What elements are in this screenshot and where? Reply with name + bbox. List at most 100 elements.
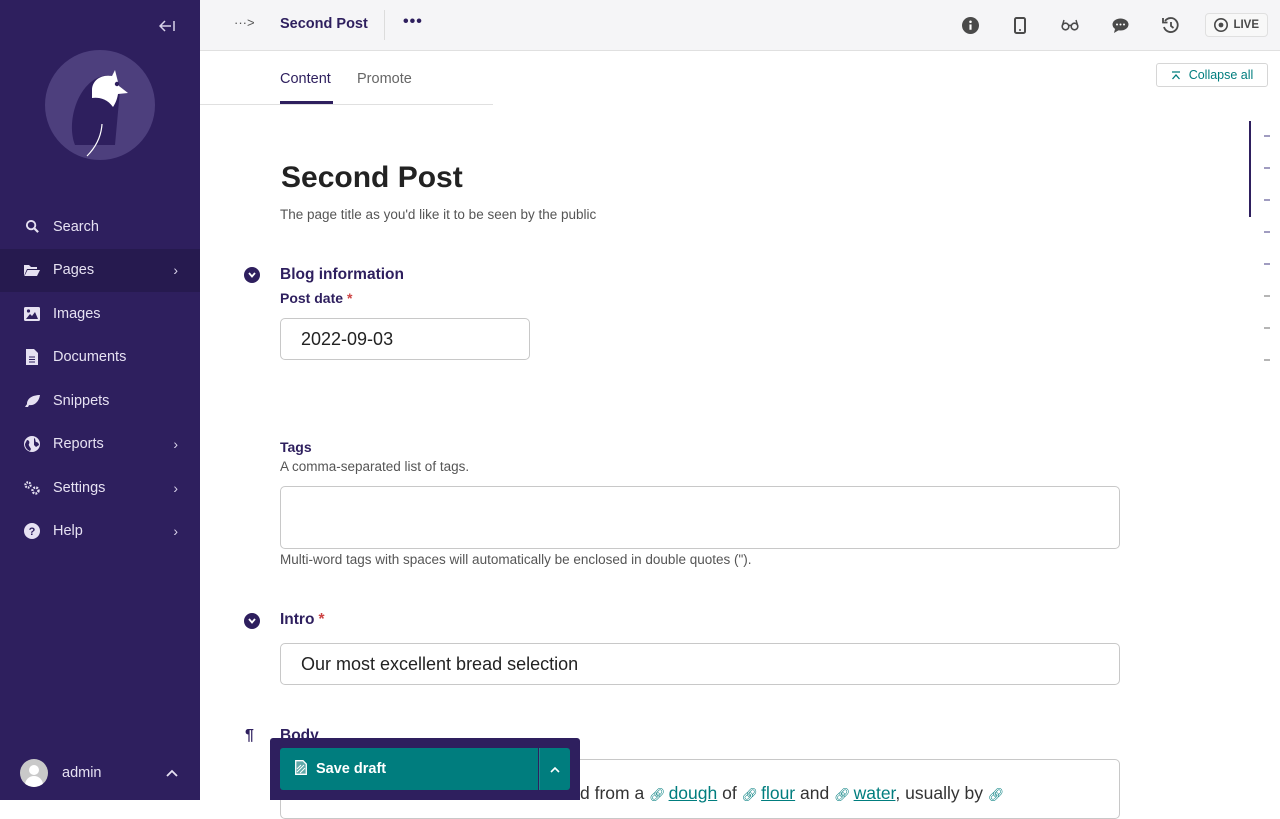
- sidebar-item-label: Snippets: [53, 392, 110, 409]
- sidebar-item-label: Reports: [53, 436, 104, 453]
- sidebar-item-label: Help: [53, 523, 83, 540]
- info-button[interactable]: [945, 0, 995, 50]
- collapse-sidebar-button[interactable]: [156, 16, 178, 36]
- post-date-input[interactable]: 2022-09-03: [280, 318, 530, 360]
- tab-content[interactable]: Content: [280, 71, 331, 87]
- tags-input[interactable]: [280, 486, 1120, 549]
- chevron-up-icon: [166, 766, 178, 780]
- mobile-icon: [1014, 16, 1027, 34]
- sidebar-item-settings[interactable]: Settings ›: [0, 466, 200, 510]
- account-menu[interactable]: admin: [0, 746, 200, 800]
- sidebar-item-label: Settings: [53, 479, 106, 496]
- minimap-item[interactable]: [1264, 231, 1270, 233]
- tab-promote[interactable]: Promote: [357, 71, 412, 87]
- required-mark: *: [318, 611, 325, 628]
- minimap-item[interactable]: [1264, 263, 1270, 265]
- page-header: ···> Second Post ••• LIVE: [200, 0, 1280, 51]
- search-icon: [24, 219, 40, 235]
- sidebar-item-label: Documents: [53, 349, 127, 366]
- minimap-item[interactable]: [1264, 359, 1270, 361]
- comment-icon: [1112, 18, 1129, 33]
- sidebar-item-images[interactable]: Images: [0, 292, 200, 336]
- intro-toggle[interactable]: [244, 613, 260, 629]
- help-icon: ?: [24, 523, 40, 540]
- body-link-flour[interactable]: flour: [761, 783, 795, 803]
- history-button[interactable]: [1145, 0, 1195, 50]
- document-icon: [24, 349, 40, 366]
- svg-text:?: ?: [29, 526, 36, 538]
- history-icon: [1162, 16, 1179, 33]
- minimap: [1249, 121, 1280, 371]
- glasses-icon: [1061, 19, 1080, 31]
- minimap-item[interactable]: [1264, 295, 1270, 297]
- folder-open-icon: [24, 262, 40, 278]
- cogs-icon: [24, 480, 40, 496]
- post-date-label: Post date *: [280, 290, 352, 306]
- collapse-all-label: Collapse all: [1188, 68, 1254, 82]
- wagtail-logo[interactable]: [45, 50, 155, 160]
- intro-value: Our most excellent bread selection: [301, 653, 579, 674]
- body-link-water[interactable]: water: [854, 783, 896, 803]
- active-tab-indicator: [280, 101, 333, 104]
- header-actions: LIVE: [945, 0, 1280, 50]
- save-draft-label: Save draft: [316, 761, 387, 777]
- tags-help: A comma-separated list of tags.: [280, 459, 470, 474]
- sidebar-item-snippets[interactable]: Snippets: [0, 379, 200, 423]
- sidebar-item-label: Pages: [53, 262, 95, 279]
- breadcrumb-toggle[interactable]: ···>: [234, 15, 255, 30]
- intro-heading: Intro *: [280, 611, 324, 629]
- comments-button[interactable]: [1095, 0, 1145, 50]
- body-text-segment: d from a: [580, 783, 650, 803]
- accessibility-checks-button[interactable]: [1045, 0, 1095, 50]
- body-text-segment: and: [795, 783, 835, 803]
- eye-icon: [1214, 18, 1229, 32]
- tags-label: Tags: [280, 439, 312, 455]
- sidebar-item-label: Images: [53, 305, 101, 322]
- tags-footer-help: Multi-word tags with spaces will automat…: [280, 552, 752, 567]
- sidebar-item-pages[interactable]: Pages ›: [0, 248, 200, 292]
- sidebar: Search Pages › Images Documents Snippets…: [0, 0, 200, 800]
- more-actions-button[interactable]: •••: [403, 13, 423, 31]
- info-icon: [961, 16, 979, 34]
- bird-logo-icon: [45, 50, 155, 160]
- collapse-up-icon: [1171, 70, 1180, 79]
- image-icon: [24, 306, 40, 322]
- sidebar-item-reports[interactable]: Reports ›: [0, 423, 200, 467]
- body-link-dough[interactable]: dough: [669, 783, 718, 803]
- minimap-item[interactable]: [1264, 327, 1270, 329]
- minimap-viewport-indicator[interactable]: [1249, 121, 1251, 217]
- page-title-field[interactable]: Second Post: [281, 161, 463, 195]
- arrow-left-bar-icon: [159, 20, 175, 32]
- sidebar-item-search[interactable]: Search: [0, 205, 200, 249]
- save-draft-button[interactable]: Save draft: [280, 748, 538, 790]
- page-title-help: The page title as you'd like it to be se…: [280, 207, 597, 222]
- chevron-down-icon: [248, 272, 256, 278]
- body-text-segment: , usually by: [895, 783, 988, 803]
- blog-info-toggle[interactable]: [244, 267, 260, 283]
- post-date-value: 2022-09-03: [301, 328, 394, 349]
- intro-input[interactable]: Our most excellent bread selection: [280, 643, 1120, 685]
- tab-bar: Content Promote: [200, 51, 493, 105]
- preview-mobile-button[interactable]: [995, 0, 1045, 50]
- chevron-right-icon: ›: [173, 479, 178, 496]
- live-label: LIVE: [1233, 19, 1259, 31]
- body-text[interactable]: d from a 🔗︎ dough of 🔗︎ flour and 🔗︎ water,…: [580, 783, 1007, 804]
- header-title: Second Post: [280, 16, 368, 32]
- required-mark: *: [347, 290, 353, 306]
- avatar: [20, 759, 48, 787]
- more-save-actions-button[interactable]: [539, 748, 570, 790]
- chevron-right-icon: ›: [173, 436, 178, 453]
- collapse-all-button[interactable]: Collapse all: [1156, 63, 1268, 87]
- account-username: admin: [62, 765, 102, 781]
- minimap-item[interactable]: [1264, 135, 1270, 137]
- live-status-button[interactable]: LIVE: [1205, 13, 1268, 37]
- footer-actions: Save draft: [270, 738, 580, 800]
- leaf-icon: [24, 393, 40, 409]
- blog-info-heading: Blog information: [280, 266, 404, 283]
- sidebar-item-documents[interactable]: Documents: [0, 336, 200, 380]
- globe-icon: [24, 436, 40, 453]
- minimap-item[interactable]: [1264, 167, 1270, 169]
- minimap-item[interactable]: [1264, 199, 1270, 201]
- chevron-right-icon: ›: [173, 523, 178, 540]
- sidebar-item-help[interactable]: ? Help ›: [0, 510, 200, 554]
